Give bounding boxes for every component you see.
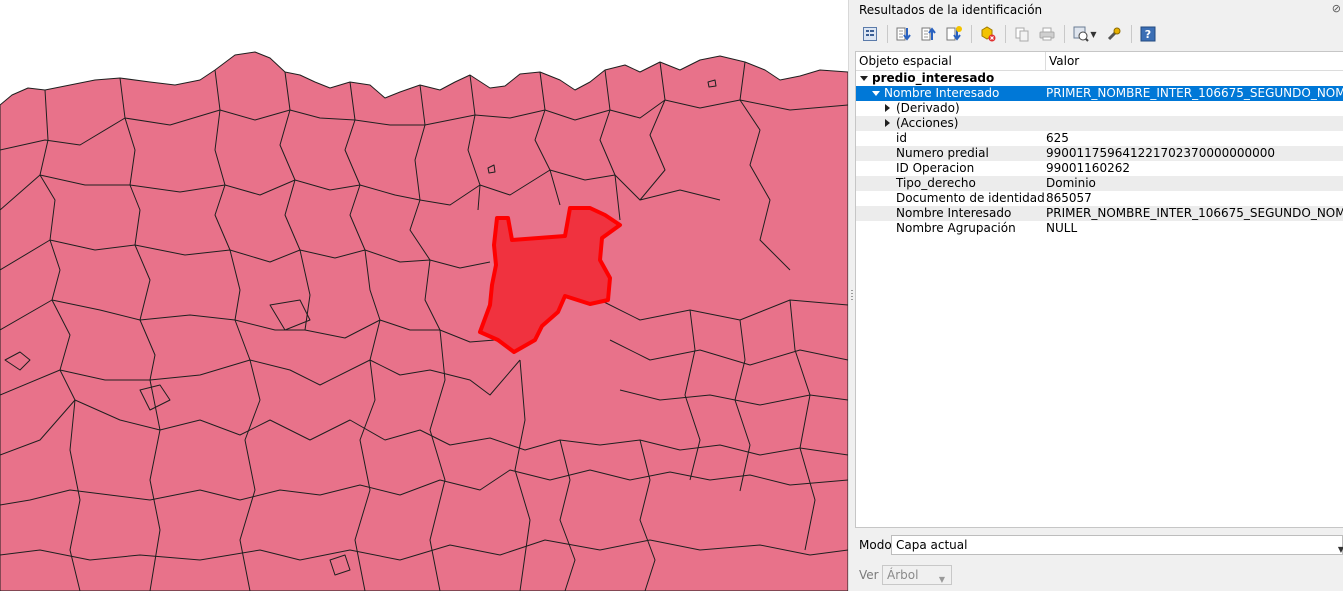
- attribute-value: 990011759641221702370000000000: [1046, 146, 1276, 160]
- expand-all-icon[interactable]: [893, 23, 915, 45]
- group-label: (Acciones): [896, 116, 959, 130]
- expand-arrow-icon[interactable]: [885, 104, 890, 112]
- view-row: Ver Árbol ▼: [859, 564, 952, 586]
- mode-value: Capa actual: [896, 538, 968, 552]
- attribute-name: ID Operacion: [896, 161, 975, 175]
- group-row-actions[interactable]: (Acciones): [856, 116, 1343, 131]
- collapse-all-icon[interactable]: [918, 23, 940, 45]
- layer-row[interactable]: predio_interesado: [856, 71, 1343, 86]
- attribute-row[interactable]: Tipo_derecho Dominio: [856, 176, 1343, 191]
- attribute-name: id: [896, 131, 907, 145]
- chevron-down-icon: ▼: [938, 575, 945, 584]
- identify-select-icon[interactable]: ▼: [1070, 23, 1100, 45]
- attribute-value: 625: [1046, 131, 1069, 145]
- panel-title: Resultados de la identificación: [859, 3, 1043, 17]
- identify-toolbar: ▼ ?: [859, 22, 1162, 46]
- attribute-row[interactable]: ID Operacion 99001160262: [856, 161, 1343, 176]
- column-header-feature[interactable]: Objeto espacial: [856, 52, 1046, 70]
- attribute-value: 865057: [1046, 191, 1092, 205]
- feature-row[interactable]: Nombre Interesado PRIMER_NOMBRE_INTER_10…: [856, 86, 1343, 101]
- feature-label: Nombre Interesado: [884, 86, 1000, 100]
- attribute-value: 99001160262: [1046, 161, 1130, 175]
- results-tree[interactable]: Objeto espacial Valor predio_interesado …: [855, 51, 1343, 528]
- clear-results-icon[interactable]: [977, 23, 999, 45]
- land-area: [0, 51, 848, 591]
- toolbar-separator: [1005, 25, 1006, 43]
- identify-results-panel: Resultados de la identificación ⊘ ▼ ? Ob…: [855, 0, 1343, 591]
- toolbar-separator: [1064, 25, 1065, 43]
- attribute-row[interactable]: Nombre Agrupación NULL: [856, 221, 1343, 236]
- float-panel-icon[interactable]: ⊘: [1332, 2, 1341, 15]
- attribute-value: NULL: [1046, 221, 1078, 235]
- map-canvas[interactable]: [0, 0, 848, 591]
- toolbar-separator: [1131, 25, 1132, 43]
- group-row-derived[interactable]: (Derivado): [856, 101, 1343, 116]
- copy-feature-icon[interactable]: [1011, 23, 1033, 45]
- attribute-row[interactable]: Documento de identidad 865057: [856, 191, 1343, 206]
- attribute-row[interactable]: Numero predial 9900117596412217023700000…: [856, 146, 1343, 161]
- splitter-grip: [851, 290, 853, 300]
- view-value: Árbol: [887, 568, 919, 582]
- expand-new-icon[interactable]: [943, 23, 965, 45]
- view-select[interactable]: Árbol ▼: [882, 565, 952, 585]
- attribute-row[interactable]: id 625: [856, 131, 1343, 146]
- attribute-name: Tipo_derecho: [896, 176, 976, 190]
- attribute-row[interactable]: Nombre Interesado PRIMER_NOMBRE_INTER_10…: [856, 206, 1343, 221]
- column-header-value[interactable]: Valor: [1046, 52, 1079, 70]
- tree-header: Objeto espacial Valor: [856, 52, 1343, 71]
- layer-name: predio_interesado: [872, 71, 995, 85]
- help-icon[interactable]: ?: [1137, 23, 1159, 45]
- feature-value: PRIMER_NOMBRE_INTER_106675_SEGUNDO_NOMBR…: [1046, 86, 1343, 100]
- view-label: Ver: [859, 568, 879, 582]
- print-icon[interactable]: [1036, 23, 1058, 45]
- mode-label: Modo: [859, 538, 892, 552]
- attribute-value: Dominio: [1046, 176, 1096, 190]
- parcel-map[interactable]: [0, 0, 848, 591]
- svg-text:?: ?: [1145, 28, 1151, 41]
- attribute-name: Nombre Agrupación: [896, 221, 1016, 235]
- attribute-value: PRIMER_NOMBRE_INTER_106675_SEGUNDO_NOMBR…: [1046, 206, 1343, 220]
- group-label: (Derivado): [896, 101, 960, 115]
- attribute-name: Numero predial: [896, 146, 989, 160]
- attribute-name: Documento de identidad: [896, 191, 1045, 205]
- settings-wrench-icon[interactable]: [1103, 23, 1125, 45]
- mode-row: Modo Capa actual ▼: [859, 534, 1343, 556]
- attribute-name: Nombre Interesado: [896, 206, 1012, 220]
- toolbar-separator: [971, 25, 972, 43]
- toolbar-separator: [887, 25, 888, 43]
- collapse-arrow-icon[interactable]: [872, 91, 880, 96]
- chevron-down-icon: ▼: [1337, 545, 1343, 554]
- expand-tree-icon[interactable]: [859, 23, 881, 45]
- expand-arrow-icon[interactable]: [885, 119, 890, 127]
- collapse-arrow-icon[interactable]: [860, 76, 868, 81]
- mode-select[interactable]: Capa actual ▼: [891, 535, 1343, 555]
